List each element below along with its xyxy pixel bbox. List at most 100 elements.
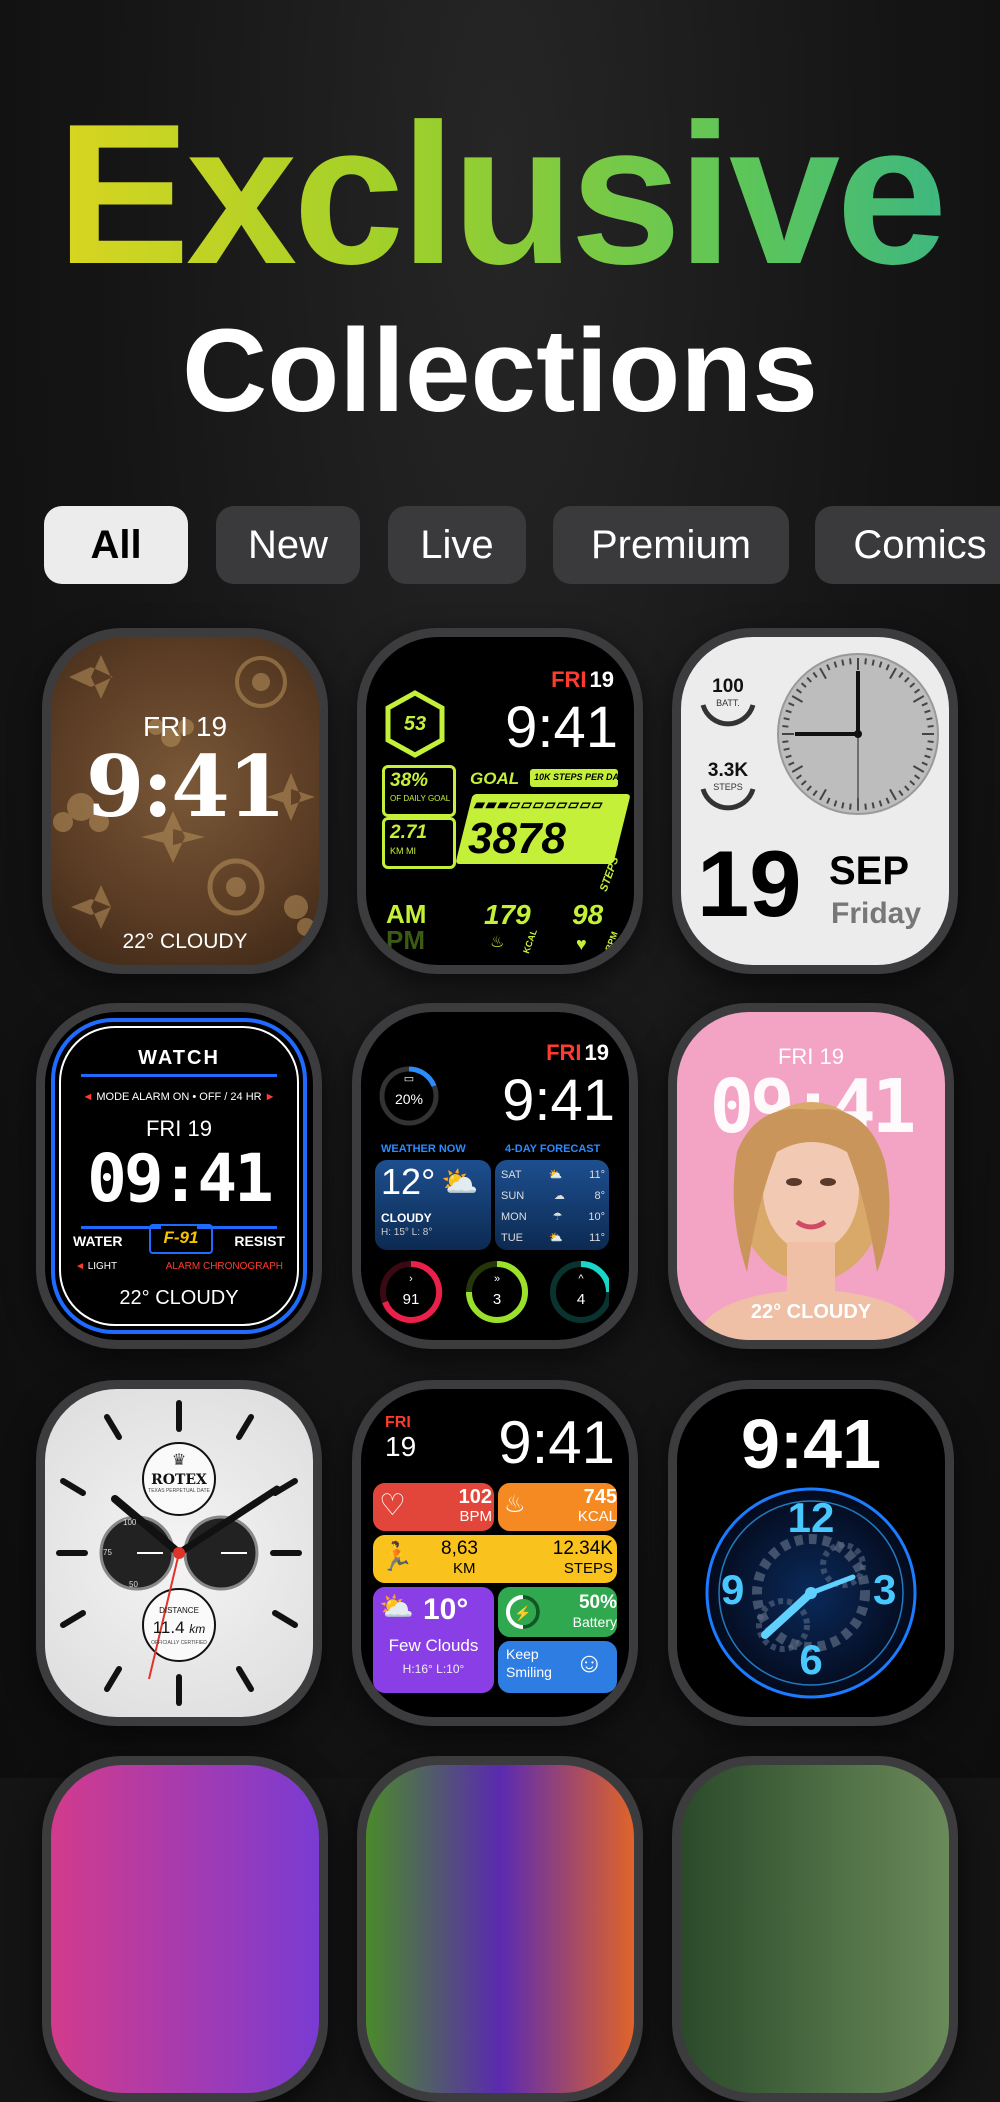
dial-tick <box>871 802 875 809</box>
ring-value: 4 <box>576 1291 586 1308</box>
dial-tick <box>871 659 875 666</box>
filter-chip-new[interactable]: New <box>216 506 360 584</box>
chevron-right-icon: › <box>409 1273 413 1285</box>
chevron-up-icon: ^ <box>578 1273 584 1285</box>
filter-chip-premium[interactable]: Premium <box>553 506 789 584</box>
watch-screen <box>681 1765 949 2093</box>
subdial-label: 100 <box>123 1518 137 1527</box>
watch-face-modular[interactable]: FRI 19 9:41 ♡ 102 BPM ♨ 745 KCAL 🏃 8,63 … <box>352 1380 638 1726</box>
goal-sub-label: 10K STEPS PER DAY <box>534 772 625 782</box>
forecast-temp: 10° <box>588 1210 605 1223</box>
date-number: 19 <box>697 831 802 936</box>
steps-label: STEPS <box>563 1560 613 1577</box>
watch-screen: ROTEX TEXAS PERPETUAL DATE ♛ 100 75 50 D… <box>45 1389 313 1717</box>
steps-value: 3.3K <box>707 760 749 781</box>
double-chevron-icon: » <box>493 1273 501 1285</box>
watch-face-partial[interactable] <box>357 1756 643 2102</box>
heart-icon: ♡ <box>379 1489 406 1522</box>
watch-face-portrait[interactable]: FRI 19 09:41 22° CLOUDY <box>668 1003 954 1349</box>
kcal-label: KCAL <box>577 1508 617 1525</box>
forecast-day: SAT <box>501 1168 522 1181</box>
crown-icon: ♛ <box>171 1452 187 1469</box>
weather-label: 22° CLOUDY <box>750 1301 872 1323</box>
battery-value: 50% <box>578 1592 617 1613</box>
filter-chip-comics[interactable]: Comics <box>815 506 1000 584</box>
forecast-temp: 11° <box>589 1168 605 1181</box>
dial-tick <box>841 802 845 809</box>
watch-face-partial[interactable] <box>672 1756 958 2102</box>
weekday-label: FRI <box>385 1414 411 1431</box>
weekday-label: FRI <box>551 667 587 692</box>
forecast-icon: ☁ <box>553 1190 565 1202</box>
kcal-label: KCAL <box>521 927 540 955</box>
month-label: SEP <box>829 849 910 893</box>
forecast-icon: ⛅ <box>548 1169 563 1181</box>
forecast-icon: ⛅ <box>549 1232 563 1244</box>
dial-tick <box>864 658 867 665</box>
model-label: F-91 <box>163 1228 199 1247</box>
flame-icon: ♨ <box>490 934 505 951</box>
chronograph-dial <box>56 1400 302 1706</box>
kcal-value: 179 <box>484 899 531 930</box>
brand-sub-label: TEXAS PERPETUAL DATE <box>148 1488 210 1494</box>
watch-face-partial[interactable] <box>42 1756 328 2102</box>
dial-tick <box>782 725 789 728</box>
km-label: KM <box>453 1560 476 1577</box>
watch-face-white-analog[interactable]: 100 BATT. 3.3K STEPS 19 SEP Friday <box>672 628 958 974</box>
watch-screen: 100 BATT. 3.3K STEPS 19 SEP Friday <box>681 637 949 965</box>
subdial-label: 75 <box>103 1548 112 1557</box>
forecast-icon: ☂ <box>552 1211 563 1223</box>
distance-unit: km <box>189 1622 206 1636</box>
headline-exclusive: Exclusive <box>0 95 1000 295</box>
chrono-label: ALARM CHRONOGRAPH <box>165 1261 283 1272</box>
numeral-6: 6 <box>799 1636 823 1683</box>
battery-ring: ⚡ <box>506 1595 540 1629</box>
watch-face-neon-skeleton[interactable]: 9:41 12 3 6 9 <box>668 1380 954 1726</box>
day-number: 19 <box>589 667 614 692</box>
date-label: FRI 19 <box>546 1042 609 1064</box>
am-label: AM <box>386 899 427 929</box>
ring-value: 53 <box>403 713 427 735</box>
time-display: 9:41 <box>85 737 286 836</box>
date-label: FRI 19 <box>551 669 614 691</box>
weekday-label: Friday <box>831 897 922 930</box>
ring-value: 3 <box>492 1291 502 1308</box>
dial-tick <box>926 747 933 751</box>
numeral-3: 3 <box>873 1566 897 1613</box>
resist-label: RESIST <box>234 1233 285 1249</box>
filter-chip-live[interactable]: Live <box>388 506 526 584</box>
watch-screen <box>366 1765 634 2093</box>
forecast-day: SUN <box>501 1189 525 1202</box>
watch-face-monogram[interactable]: FRI 19 9:41 22° CLOUDY <box>42 628 328 974</box>
numeral-12: 12 <box>787 1494 835 1541</box>
dial-tick <box>783 747 790 751</box>
pct-label: OF DAILY GOAL <box>390 794 451 803</box>
cloud-sun-icon: ⛅ <box>379 1591 414 1622</box>
brand-label: ROTEX <box>151 1472 207 1488</box>
bpm-value: 102 <box>458 1486 492 1508</box>
forecast-day: MON <box>501 1210 527 1223</box>
portrait-illustration <box>701 1102 921 1340</box>
watch-face-chronograph[interactable]: ROTEX TEXAS PERPETUAL DATE ♛ 100 75 50 D… <box>36 1380 322 1726</box>
watch-screen: FRI 19 9:41 ♡ 102 BPM ♨ 745 KCAL 🏃 8,63 … <box>361 1389 629 1717</box>
steps-value: 3878 <box>468 814 566 863</box>
pct-value: 38% <box>390 770 429 791</box>
forecast-temp: 11° <box>589 1231 605 1244</box>
steps-value: 12.34K <box>552 1538 613 1559</box>
filter-chip-all[interactable]: All <box>44 506 188 584</box>
forecast-row: TUE ⛅ 11° <box>501 1227 605 1248</box>
watch-screen: WATCH ◄ MODE ALARM ON • OFF / 24 HR ► FR… <box>45 1012 313 1340</box>
watch-face-weather[interactable]: FRI 19 9:41 ▭ 20% WEATHER NOW 4-DAY FOREC… <box>352 1003 638 1349</box>
weekday-label: FRI <box>546 1040 582 1065</box>
time-display: 9:41 <box>505 695 618 760</box>
forecast-temp: 8° <box>594 1189 605 1202</box>
watch-screen: FRI 19 09:41 22° CLOUDY <box>677 1012 945 1340</box>
smiling-label: Smiling <box>506 1664 552 1680</box>
day-number: 19 <box>584 1040 609 1065</box>
bpm-label: BPM <box>603 930 620 953</box>
distance-value: 11.4 km <box>145 1619 213 1636</box>
watch-face-fitness-goal[interactable]: FRI 19 9:41 53 38% OF DAILY GOAL 2.71 KM … <box>357 628 643 974</box>
battery-value: 100 <box>712 676 744 697</box>
time-display: 9:41 <box>498 1409 615 1476</box>
watch-face-f91[interactable]: WATCH ◄ MODE ALARM ON • OFF / 24 HR ► FR… <box>36 1003 322 1349</box>
